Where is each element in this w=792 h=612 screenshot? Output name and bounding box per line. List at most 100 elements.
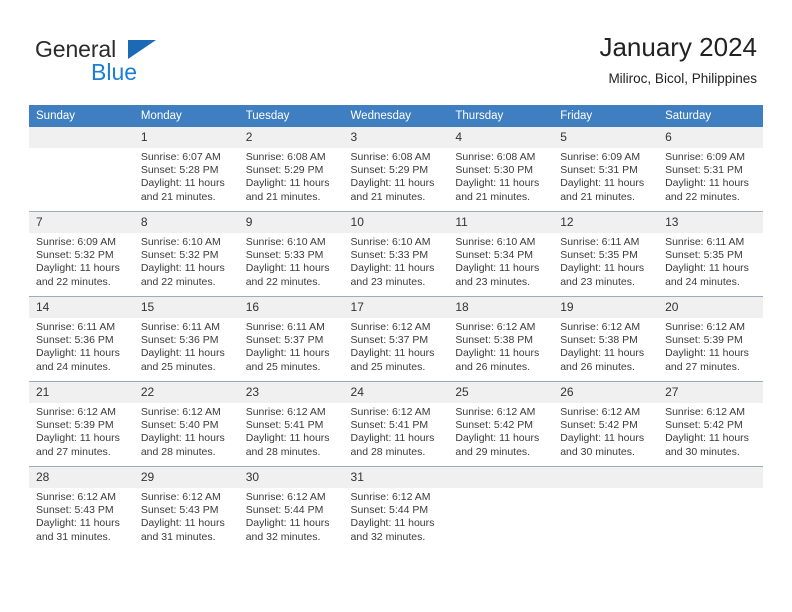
daylight-text-line2: and 25 minutes. xyxy=(245,360,321,373)
day-number: 30 xyxy=(238,467,344,488)
day-cell[interactable]: 16 Sunrise: 6:11 AM Sunset: 5:37 PM Dayl… xyxy=(238,296,344,382)
week-row: 28 Sunrise: 6:12 AM Sunset: 5:43 PM Dayl… xyxy=(29,466,763,551)
day-details: Sunrise: 6:11 AM Sunset: 5:36 PM Dayligh… xyxy=(29,318,134,374)
day-cell[interactable]: 3 Sunrise: 6:08 AM Sunset: 5:29 PM Dayli… xyxy=(343,127,449,212)
day-cell[interactable]: 29 Sunrise: 6:12 AM Sunset: 5:43 PM Dayl… xyxy=(133,466,239,551)
daylight-text-line1: Daylight: 11 hours xyxy=(455,347,540,360)
day-cell[interactable]: 30 Sunrise: 6:12 AM Sunset: 5:44 PM Dayl… xyxy=(238,466,344,551)
day-details: Sunrise: 6:12 AM Sunset: 5:38 PM Dayligh… xyxy=(553,318,658,374)
day-cell[interactable] xyxy=(29,127,134,212)
day-number: 23 xyxy=(238,382,344,403)
calendar-header-row: Sunday Monday Tuesday Wednesday Thursday… xyxy=(29,105,763,127)
day-details: Sunrise: 6:11 AM Sunset: 5:37 PM Dayligh… xyxy=(239,318,344,374)
day-cell[interactable]: 26 Sunrise: 6:12 AM Sunset: 5:42 PM Dayl… xyxy=(553,381,659,467)
sunrise-text: Sunrise: 6:12 AM xyxy=(350,406,431,418)
day-cell[interactable]: 15 Sunrise: 6:11 AM Sunset: 5:36 PM Dayl… xyxy=(133,296,239,382)
sunset-text: Sunset: 5:28 PM xyxy=(140,164,219,177)
day-number: 24 xyxy=(343,382,449,403)
sunset-text: Sunset: 5:31 PM xyxy=(665,164,743,177)
day-number xyxy=(658,467,763,488)
day-cell[interactable]: 9 Sunrise: 6:10 AM Sunset: 5:33 PM Dayli… xyxy=(238,211,344,297)
daylight-text-line2: and 30 minutes. xyxy=(560,445,635,458)
daylight-text-line2: and 22 minutes. xyxy=(36,275,111,288)
daylight-text-line1: Daylight: 11 hours xyxy=(560,347,645,360)
daylight-text-line2: and 31 minutes. xyxy=(36,530,111,543)
day-cell[interactable]: 22 Sunrise: 6:12 AM Sunset: 5:40 PM Dayl… xyxy=(133,381,239,467)
sunset-text: Sunset: 5:43 PM xyxy=(36,504,114,517)
day-cell[interactable]: 5 Sunrise: 6:09 AM Sunset: 5:31 PM Dayli… xyxy=(553,127,659,212)
sunset-text: Sunset: 5:41 PM xyxy=(350,419,429,432)
day-cell[interactable]: 19 Sunrise: 6:12 AM Sunset: 5:38 PM Dayl… xyxy=(553,296,659,382)
daylight-text-line1: Daylight: 11 hours xyxy=(350,262,435,275)
daylight-text-line2: and 27 minutes. xyxy=(36,445,111,458)
sunrise-text: Sunrise: 6:10 AM xyxy=(245,236,326,248)
day-cell[interactable]: 10 Sunrise: 6:10 AM Sunset: 5:33 PM Dayl… xyxy=(343,211,449,297)
day-cell[interactable]: 4 Sunrise: 6:08 AM Sunset: 5:30 PM Dayli… xyxy=(448,127,554,212)
sunrise-text: Sunrise: 6:12 AM xyxy=(560,406,641,418)
daylight-text-line2: and 23 minutes. xyxy=(350,275,426,288)
daylight-text-line1: Daylight: 11 hours xyxy=(350,432,435,445)
sunset-text: Sunset: 5:43 PM xyxy=(140,504,219,517)
day-number: 13 xyxy=(658,212,763,233)
day-cell[interactable]: 2 Sunrise: 6:08 AM Sunset: 5:29 PM Dayli… xyxy=(238,127,344,212)
daylight-text-line1: Daylight: 11 hours xyxy=(245,262,330,275)
day-cell[interactable]: 28 Sunrise: 6:12 AM Sunset: 5:43 PM Dayl… xyxy=(29,466,134,551)
sunrise-text: Sunrise: 6:10 AM xyxy=(140,236,221,248)
day-cell[interactable]: 25 Sunrise: 6:12 AM Sunset: 5:42 PM Dayl… xyxy=(448,381,554,467)
sunrise-text: Sunrise: 6:09 AM xyxy=(665,151,746,163)
day-number: 25 xyxy=(448,382,554,403)
sunrise-text: Sunrise: 6:12 AM xyxy=(665,406,746,418)
weekday-header-friday: Friday xyxy=(553,105,659,127)
day-cell[interactable]: 24 Sunrise: 6:12 AM Sunset: 5:41 PM Dayl… xyxy=(343,381,449,467)
daylight-text-line1: Daylight: 11 hours xyxy=(665,262,749,275)
day-details: Sunrise: 6:12 AM Sunset: 5:39 PM Dayligh… xyxy=(29,403,134,459)
daylight-text-line1: Daylight: 11 hours xyxy=(560,262,645,275)
general-blue-logo[interactable]: General Blue xyxy=(35,36,255,88)
daylight-text-line1: Daylight: 11 hours xyxy=(455,432,540,445)
day-cell[interactable]: 18 Sunrise: 6:12 AM Sunset: 5:38 PM Dayl… xyxy=(448,296,554,382)
sunrise-text: Sunrise: 6:09 AM xyxy=(560,151,641,163)
day-cell[interactable]: 14 Sunrise: 6:11 AM Sunset: 5:36 PM Dayl… xyxy=(29,296,134,382)
day-cell[interactable]: 6 Sunrise: 6:09 AM Sunset: 5:31 PM Dayli… xyxy=(658,127,763,212)
sunrise-text: Sunrise: 6:10 AM xyxy=(455,236,536,248)
calendar-body: 1 Sunrise: 6:07 AM Sunset: 5:28 PM Dayli… xyxy=(29,127,763,551)
daylight-text-line1: Daylight: 11 hours xyxy=(140,432,225,445)
daylight-text-line2: and 25 minutes. xyxy=(350,360,426,373)
daylight-text-line1: Daylight: 11 hours xyxy=(665,432,749,445)
day-details xyxy=(553,488,658,491)
daylight-text-line2: and 26 minutes. xyxy=(560,360,635,373)
daylight-text-line2: and 22 minutes. xyxy=(245,275,321,288)
day-details: Sunrise: 6:12 AM Sunset: 5:41 PM Dayligh… xyxy=(239,403,344,459)
day-details: Sunrise: 6:08 AM Sunset: 5:30 PM Dayligh… xyxy=(448,148,553,204)
day-number: 4 xyxy=(448,127,554,148)
day-cell[interactable]: 31 Sunrise: 6:12 AM Sunset: 5:44 PM Dayl… xyxy=(343,466,449,551)
day-cell[interactable]: 12 Sunrise: 6:11 AM Sunset: 5:35 PM Dayl… xyxy=(553,211,659,297)
day-number: 16 xyxy=(238,297,344,318)
day-cell[interactable]: 8 Sunrise: 6:10 AM Sunset: 5:32 PM Dayli… xyxy=(133,211,239,297)
sunrise-text: Sunrise: 6:10 AM xyxy=(350,236,431,248)
day-cell[interactable]: 13 Sunrise: 6:11 AM Sunset: 5:35 PM Dayl… xyxy=(658,211,763,297)
sunset-text: Sunset: 5:29 PM xyxy=(350,164,429,177)
daylight-text-line1: Daylight: 11 hours xyxy=(140,262,225,275)
day-cell[interactable]: 17 Sunrise: 6:12 AM Sunset: 5:37 PM Dayl… xyxy=(343,296,449,382)
daylight-text-line1: Daylight: 11 hours xyxy=(36,432,120,445)
sunset-text: Sunset: 5:42 PM xyxy=(455,419,534,432)
weekday-header-wednesday: Wednesday xyxy=(343,105,449,127)
day-number: 1 xyxy=(133,127,239,148)
day-details: Sunrise: 6:12 AM Sunset: 5:42 PM Dayligh… xyxy=(448,403,553,459)
day-number: 20 xyxy=(658,297,763,318)
day-number xyxy=(448,467,554,488)
day-cell[interactable]: 27 Sunrise: 6:12 AM Sunset: 5:42 PM Dayl… xyxy=(658,381,763,467)
logo-word-blue: Blue xyxy=(91,59,138,85)
day-cell[interactable]: 21 Sunrise: 6:12 AM Sunset: 5:39 PM Dayl… xyxy=(29,381,134,467)
day-number: 29 xyxy=(133,467,239,488)
day-cell[interactable]: 11 Sunrise: 6:10 AM Sunset: 5:34 PM Dayl… xyxy=(448,211,554,297)
sunset-text: Sunset: 5:42 PM xyxy=(560,419,638,432)
day-cell[interactable]: 1 Sunrise: 6:07 AM Sunset: 5:28 PM Dayli… xyxy=(133,127,239,212)
day-cell[interactable]: 7 Sunrise: 6:09 AM Sunset: 5:32 PM Dayli… xyxy=(29,211,134,297)
page-title: January 2024 xyxy=(599,32,757,62)
day-number: 19 xyxy=(553,297,659,318)
day-cell[interactable]: 20 Sunrise: 6:12 AM Sunset: 5:39 PM Dayl… xyxy=(658,296,763,382)
day-cell[interactable]: 23 Sunrise: 6:12 AM Sunset: 5:41 PM Dayl… xyxy=(238,381,344,467)
sunset-text: Sunset: 5:31 PM xyxy=(560,164,638,177)
